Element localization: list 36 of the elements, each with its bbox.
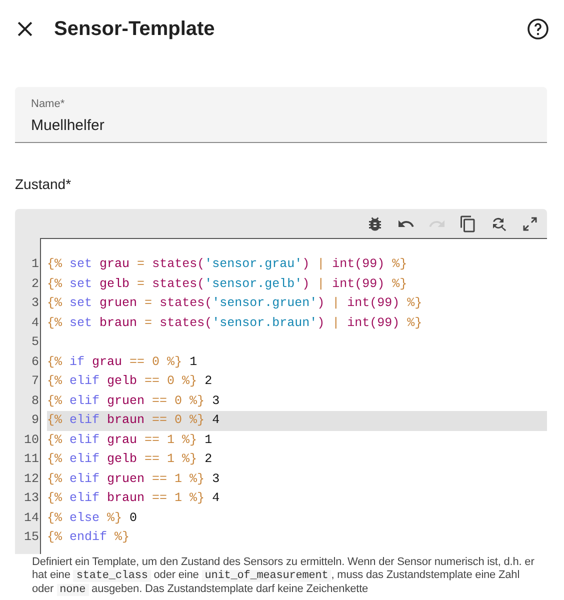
copy-icon[interactable]	[459, 214, 477, 232]
line-number: 12	[22, 470, 39, 488]
code-line: {% elif gruen == 0 %} 3	[47, 392, 221, 410]
code-line: {% set gelb = states('sensor.gelb') | int(99) %}	[47, 276, 408, 292]
line-number: 11	[22, 451, 39, 468]
field-label: Name*	[31, 98, 65, 111]
field-label: Zustand*	[15, 175, 72, 194]
line-number: 15	[22, 529, 39, 546]
line-number: 5	[30, 334, 39, 351]
code-line: {% elif gruen == 1 %} 3	[47, 470, 221, 488]
line-number: 13	[22, 490, 39, 507]
bug-icon[interactable]	[366, 214, 384, 232]
line-number: 2	[30, 276, 39, 292]
code-line: {% elif grau == 1 %} 1	[47, 432, 214, 448]
help-button[interactable]	[526, 17, 550, 41]
code-line: {% else %} 0	[47, 510, 138, 526]
code-line: {% elif gelb == 0 %} 2	[47, 373, 214, 390]
line-number: 3	[30, 295, 39, 312]
code-line: {% set grau = states('sensor.grau') | int(99) %}	[47, 256, 408, 273]
code-line: {% elif braun == 1 %} 4	[47, 490, 221, 507]
dialog-title: Sensor-Template	[54, 17, 216, 42]
code-line: {% if grau == 0 %} 1	[47, 354, 198, 370]
code-line: {% set braun = states('sensor.braun') | int(99) %}	[47, 314, 424, 332]
line-number: 1	[30, 256, 39, 273]
code-line: {% elif gelb == 1 %} 2	[47, 451, 214, 468]
line-number: 9	[30, 412, 39, 429]
code-line: {% set gruen = states('sensor.gruen') | int(99) %}	[47, 295, 424, 312]
line-number: 14	[22, 510, 39, 526]
line-number: 7	[30, 373, 39, 390]
line-number: 10	[22, 432, 39, 448]
code-line: {% endif %}	[47, 529, 131, 546]
line-number: 8	[30, 392, 39, 410]
fullscreen-icon[interactable]	[521, 214, 539, 232]
helper-text: Definiert ein Template, um den Zustand des Sensors zu ermitteln. Wenn der Sensor numerisch ist, d.h. er hat eine state_class oder eine unit_of_measurement , muss das Zustandstemplate eine Zahl oder none ausgeben. Das Zustandstemplate darf keine Zeichenkette	[32, 556, 536, 596]
line-number: 6	[30, 354, 39, 370]
line-number: 4	[30, 314, 39, 332]
